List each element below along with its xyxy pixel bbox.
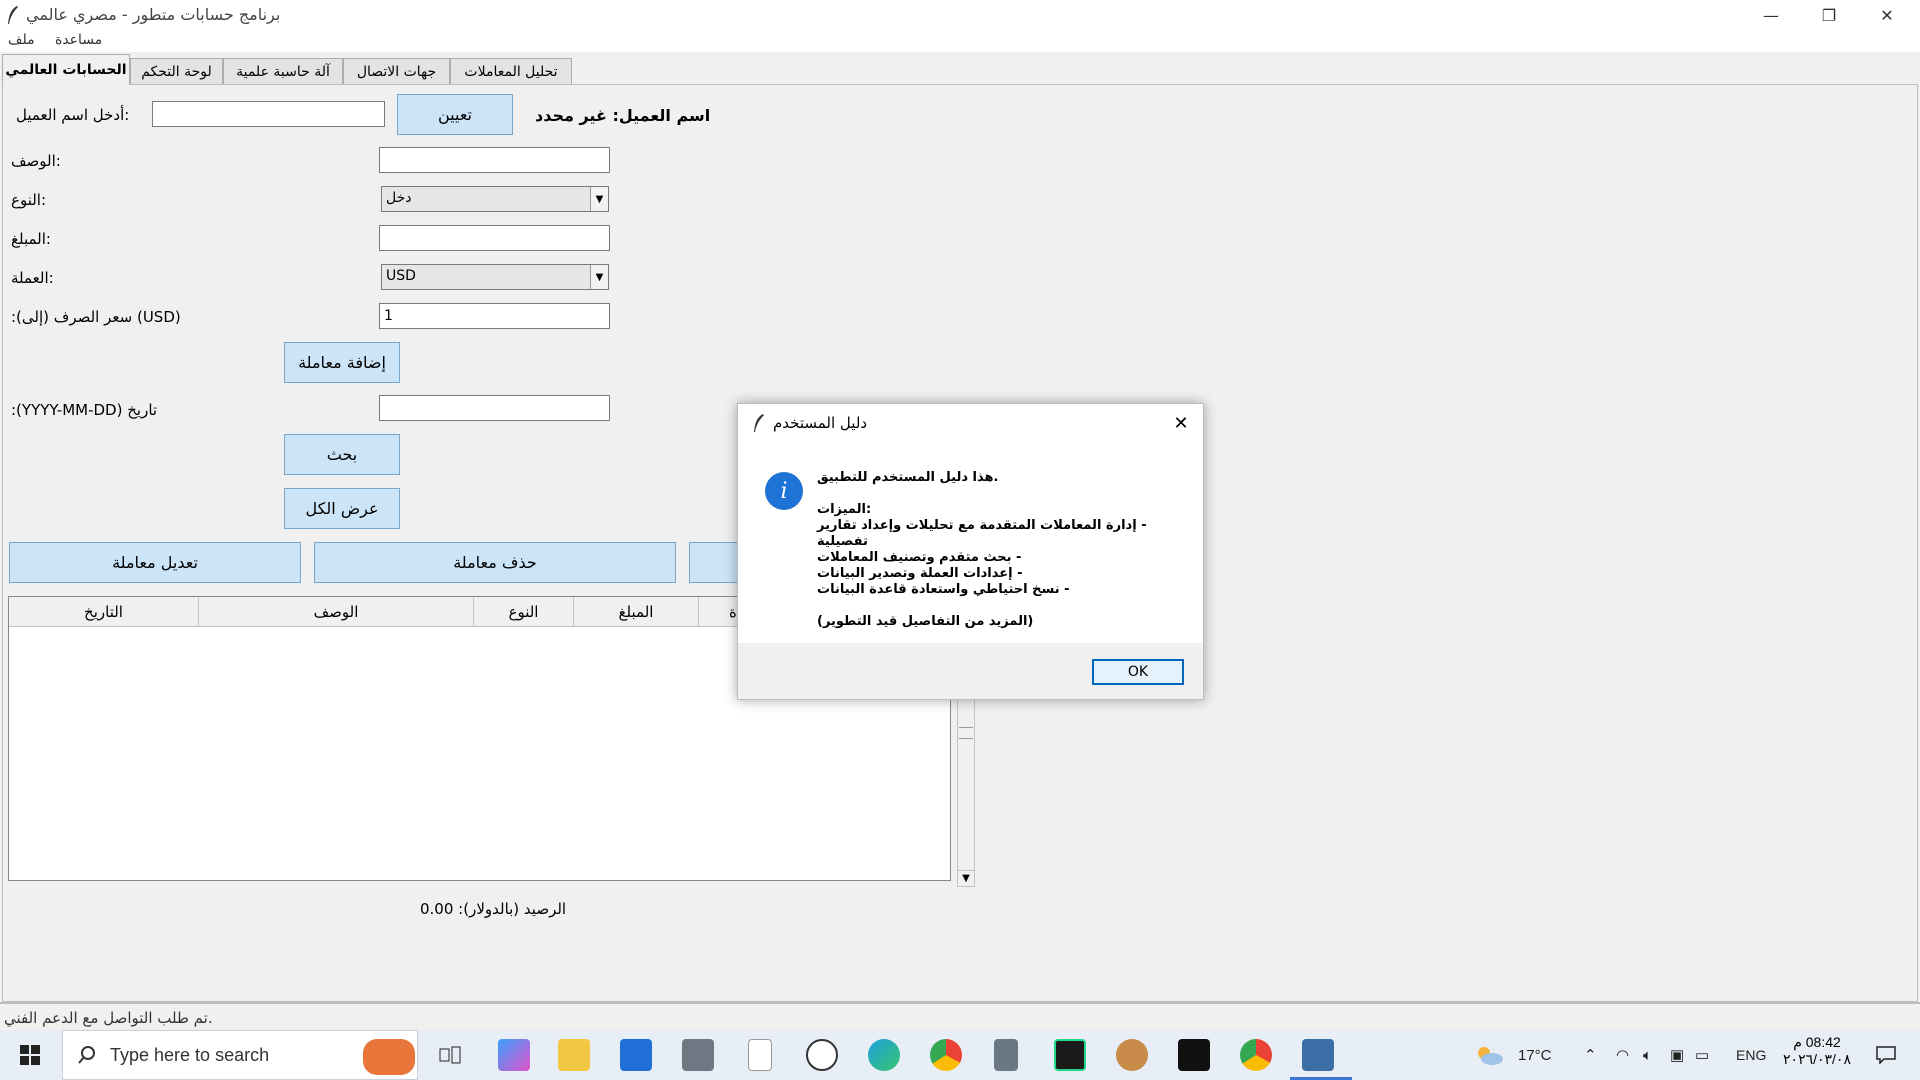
weather-temp[interactable]: 17°C [1518,1030,1552,1080]
show-all-button[interactable]: عرض الكل [284,488,400,529]
input-language[interactable]: ENG [1736,1030,1766,1080]
camera-tray-icon[interactable]: ▣ [1670,1030,1684,1080]
dialog-line: - بحث متقدم وتصنيف المعاملات [817,550,1022,565]
task-view-icon[interactable] [432,1030,468,1080]
notepad-icon[interactable] [748,1039,772,1071]
clock[interactable]: 08:42 م ٢٠٢٦/٠٣/٠٨ [1776,1034,1858,1076]
menu-bar: ملف مساعدة [0,30,1920,52]
dialog-line: :الميزات [817,502,872,517]
chrome-profile-icon[interactable] [1240,1039,1272,1071]
clock-date: ٢٠٢٦/٠٣/٠٨ [1783,1051,1851,1067]
dialog-line: .هذا دليل المستخدم للتطبيق [817,470,999,485]
exchange-rate-input[interactable] [379,303,610,329]
currency-value: USD [386,268,416,284]
ok-button[interactable]: OK [1092,659,1184,685]
scrollbar-grip[interactable] [959,727,973,739]
chevron-down-icon: ▼ [590,187,608,211]
client-name-input[interactable] [152,101,385,127]
description-input[interactable] [379,147,610,173]
column-header-type[interactable]: النوع [474,597,574,627]
file-explorer-icon[interactable] [558,1039,590,1071]
column-header-description[interactable]: الوصف [199,597,474,627]
menu-help[interactable]: مساعدة [55,32,102,48]
type-value: دخل [386,190,412,206]
date-label: تاريخ (YYYY-MM-DD): [11,401,158,419]
info-icon: i [765,472,803,510]
chevron-down-icon: ▼ [590,265,608,289]
balance-text: الرصيد (بالدولار): 0.00 [420,900,567,918]
notification-icon[interactable] [1866,1030,1906,1080]
user-guide-dialog: دليل المستخدم ✕ i .هذا دليل المستخدم للت… [737,403,1204,700]
chrome-icon[interactable] [930,1039,962,1071]
description-label: :الوصف [11,152,61,170]
weather-icon[interactable] [1474,1030,1504,1080]
dialog-close-button[interactable]: ✕ [1169,411,1193,435]
taskbar-search-box[interactable]: Type here to search [62,1030,418,1080]
search-highlight-icon [363,1039,415,1075]
feather-icon [8,6,18,24]
wifi-icon[interactable]: ◠ [1616,1030,1629,1080]
type-select[interactable]: دخل ▼ [381,186,609,212]
copilot-icon[interactable] [498,1039,530,1071]
delete-transaction-button[interactable]: حذف معاملة [314,542,676,583]
tab-dashboard[interactable]: لوحة التحكم [130,58,223,84]
taskbar-search-placeholder: Type here to search [110,1045,270,1065]
date-input[interactable] [379,395,610,421]
close-button[interactable]: ✕ [1858,0,1916,30]
menu-file[interactable]: ملف [8,32,35,48]
restore-button[interactable]: ❐ [1800,0,1858,30]
client-name-label: :أدخل اسم العميل [16,106,130,124]
dialog-line: (المزيد من التفاصيل قيد التطوير) [817,614,1034,629]
pycharm-icon[interactable] [1054,1039,1086,1071]
currency-select[interactable]: USD ▼ [381,264,609,290]
status-text: .تم طلب التواصل مع الدعم الفني [4,1009,213,1027]
microsoft-store-icon[interactable] [620,1039,652,1071]
dialog-line: - نسخ احتياطي واستعادة قاعدة البيانات [817,582,1070,597]
tab-transaction-analysis[interactable]: تحليل المعاملات [450,58,572,84]
battery-icon[interactable]: ▭ [1695,1030,1709,1080]
title-bar: برنامج حسابات متطور - مصري عالمي — ❐ ✕ [0,0,1920,30]
exchange-rate-label: (USD) سعر الصرف (إلى): [11,308,181,326]
tab-global-accounts[interactable]: الحسابات العالمي [2,54,130,85]
currency-label: :العملة [11,269,54,287]
whatsapp-icon[interactable] [806,1039,838,1071]
client-status: اسم العميل: غير محدد [535,106,711,125]
edit-transaction-button[interactable]: تعديل معاملة [9,542,301,583]
windows-start-icon[interactable] [0,1030,60,1080]
feather-icon [754,414,764,432]
chevron-up-icon[interactable]: ⌃ [1584,1030,1597,1080]
dialog-line: - إعدادات العملة وتصدير البيانات [817,566,1023,581]
tab-contacts[interactable]: جهات الاتصال [343,58,450,84]
status-bar: .تم طلب التواصل مع الدعم الفني [0,1002,1920,1030]
assign-button[interactable]: تعيين [397,94,513,135]
taskbar: Type here to search 17°C ⌃ ◠ 🔈︎ ▣ ▭ ENG … [0,1030,1920,1080]
amount-label: :المبلغ [11,230,51,248]
column-header-amount[interactable]: المبلغ [574,597,699,627]
calculator-icon[interactable] [994,1039,1018,1071]
clock-time: 08:42 م [1793,1034,1841,1050]
dialog-line: - إدارة المعاملات المتقدمة مع تحليلات وإ… [817,518,1147,549]
dialog-title: دليل المستخدم [773,414,868,432]
window-title: برنامج حسابات متطور - مصري عالمي [26,5,281,24]
camera-icon[interactable] [682,1039,714,1071]
volume-icon[interactable]: 🔈︎ [1643,1030,1652,1080]
edge-icon[interactable] [868,1039,900,1071]
minimize-button[interactable]: — [1742,0,1800,30]
dialog-title-bar: دليل المستخدم ✕ [738,404,1203,442]
search-icon [78,1046,95,1064]
type-label: :النوع [11,191,47,209]
python-app-icon[interactable] [1302,1039,1334,1071]
add-transaction-button[interactable]: إضافة معاملة [284,342,400,383]
tab-scientific-calculator[interactable]: آلة حاسبة علمية [223,58,343,84]
search-button[interactable]: بحث [284,434,400,475]
dialog-message: .هذا دليل المستخدم للتطبيق :الميزات - إد… [817,470,1177,630]
scroll-down-icon[interactable]: ▼ [958,870,974,886]
column-header-date[interactable]: التاريخ [9,597,199,627]
intellij-icon[interactable] [1178,1039,1210,1071]
amount-input[interactable] [379,225,610,251]
app-icon[interactable] [1116,1039,1148,1071]
